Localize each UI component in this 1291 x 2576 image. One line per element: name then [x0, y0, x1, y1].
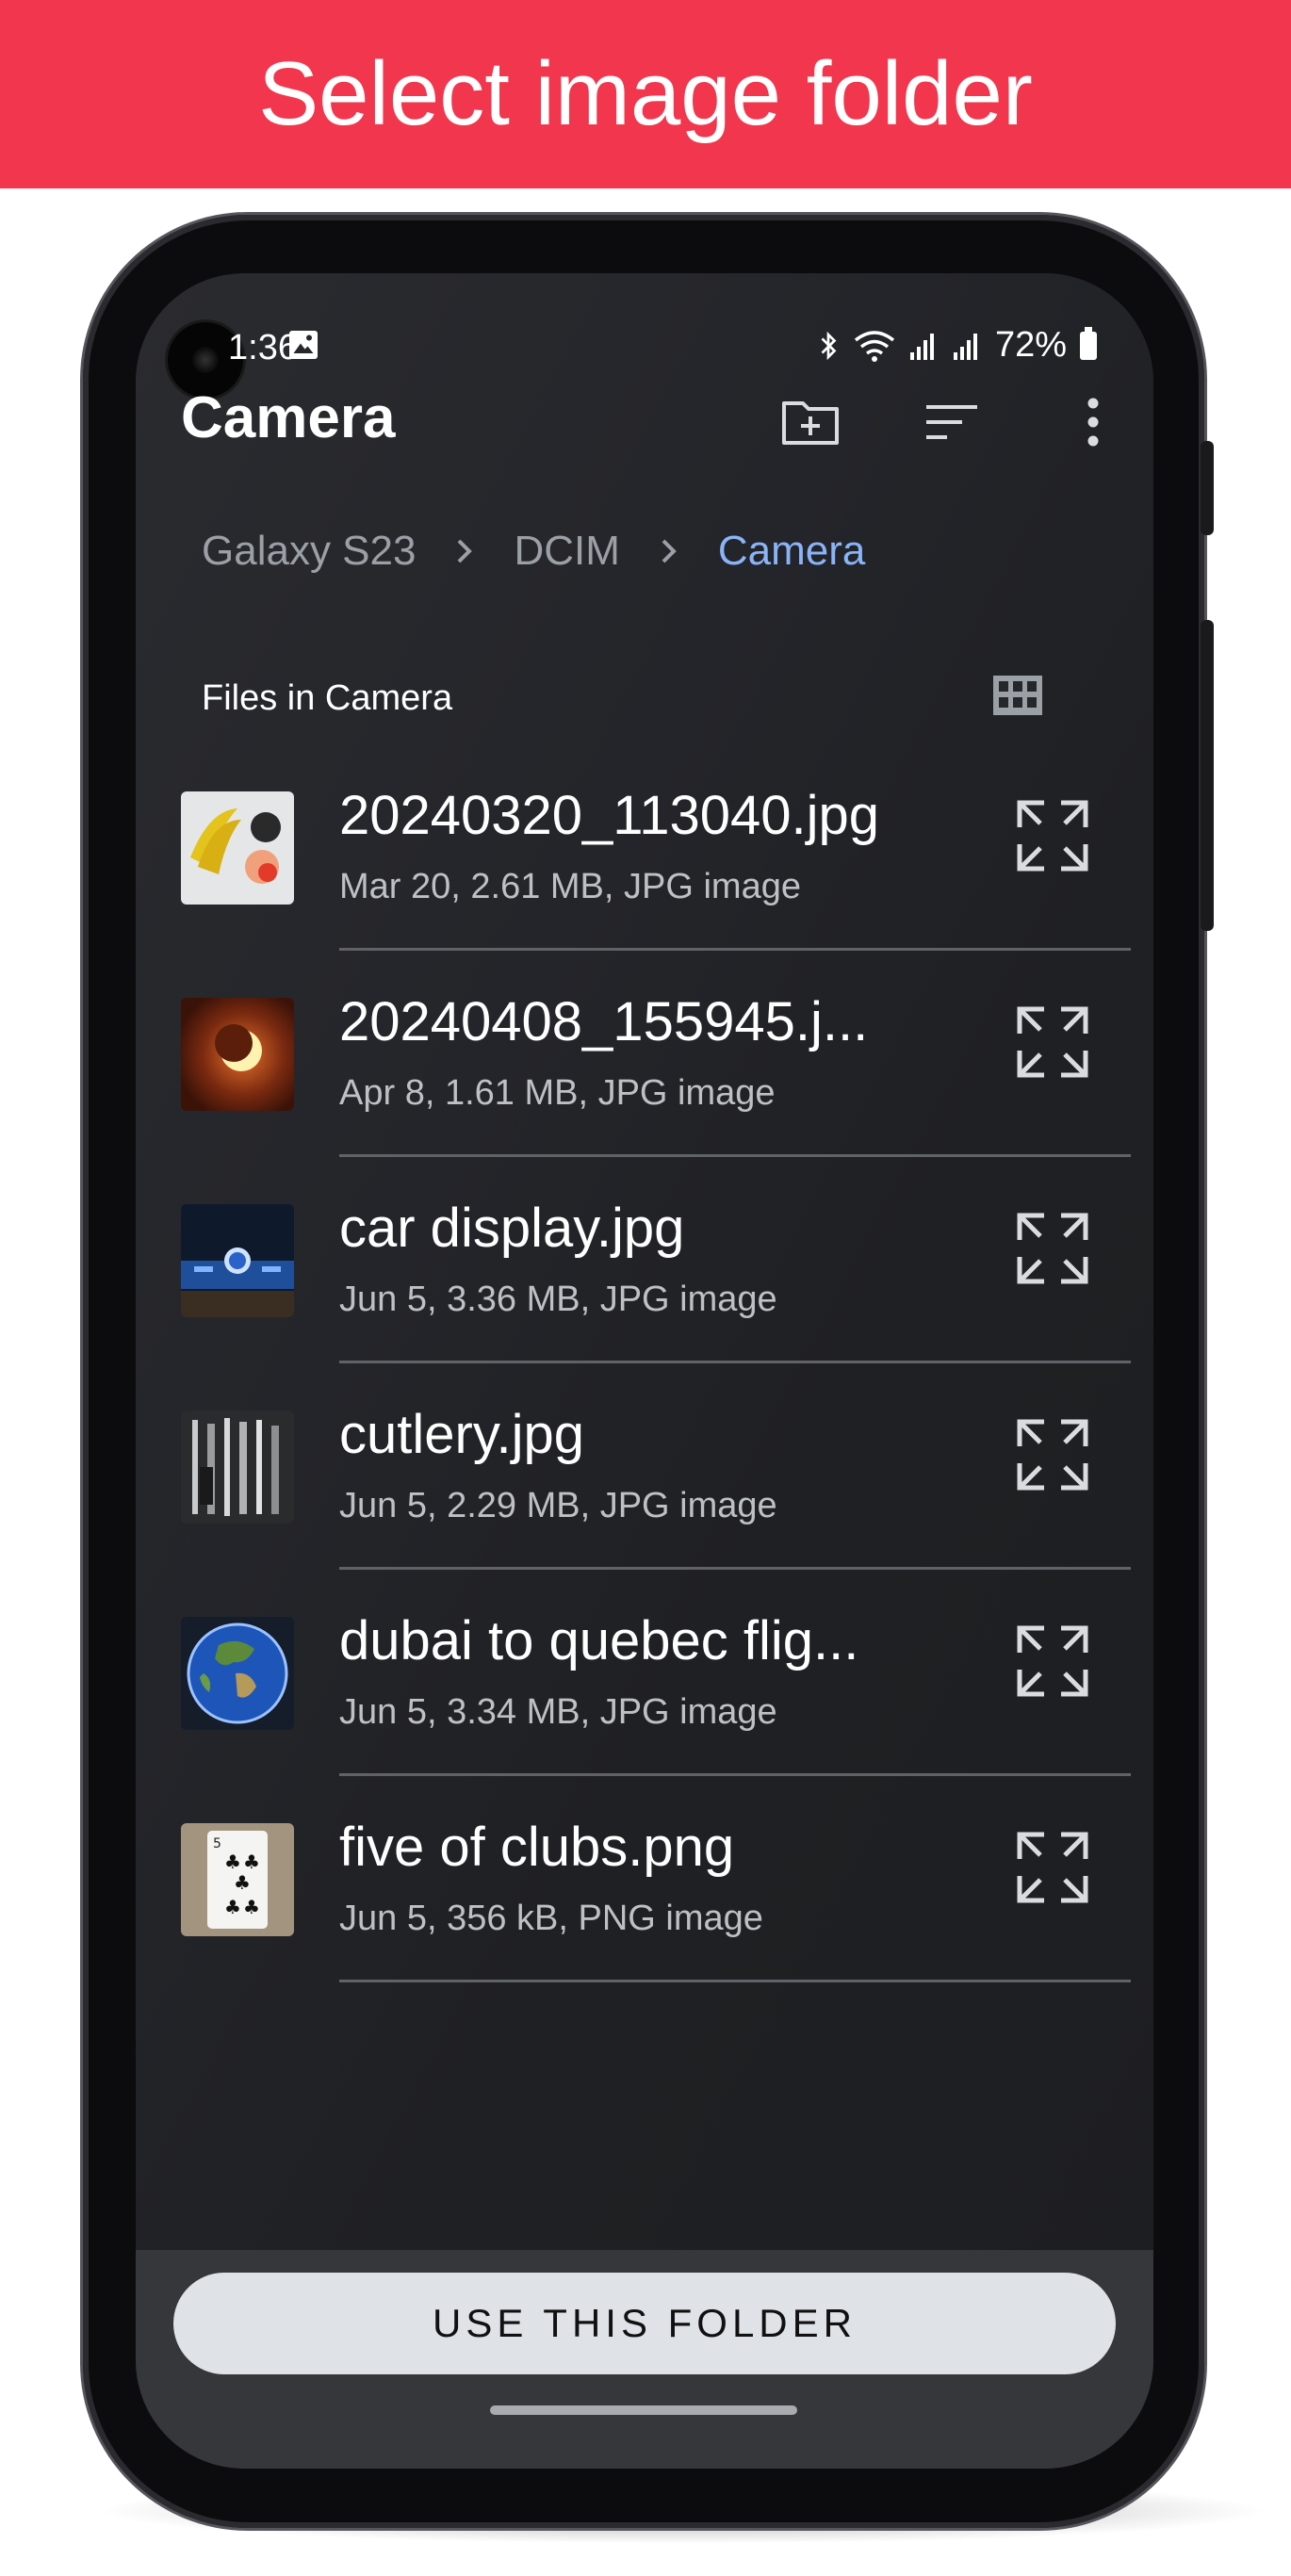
power-button: [1201, 620, 1214, 931]
banner-title: Select image folder: [0, 0, 1291, 188]
list-item[interactable]: 20240320_113040.jpg Mar 20, 2.61 MB, JPG…: [181, 773, 1153, 978]
thumbnail-image: 5 ♣ ♣ ♣ ♣ ♣: [181, 1823, 294, 1936]
new-folder-icon: [782, 401, 839, 445]
expand-preview-icon[interactable]: [1010, 1000, 1095, 1084]
svg-text:♣: ♣: [224, 1850, 241, 1873]
signal-icon-sim2: [953, 333, 977, 360]
file-details: Mar 20, 2.61 MB, JPG image: [339, 867, 801, 906]
file-details: Jun 5, 2.29 MB, JPG image: [339, 1486, 777, 1525]
divider: [339, 1773, 1131, 1776]
expand-preview-icon[interactable]: [1010, 1412, 1095, 1497]
battery-percent: 72%: [994, 325, 1067, 365]
expand-preview-icon[interactable]: [1010, 1206, 1095, 1291]
file-name: 20240320_113040.jpg: [339, 785, 880, 846]
divider: [339, 1154, 1131, 1157]
thumbnail-image: [181, 1410, 294, 1524]
breadcrumb-item-device[interactable]: Galaxy S23: [202, 528, 416, 575]
expand-preview-icon[interactable]: [1010, 1825, 1095, 1910]
breadcrumb: Galaxy S23 DCIM Camera: [202, 528, 865, 575]
section-title: Files in Camera: [202, 678, 453, 718]
signal-icon-sim1: [909, 333, 934, 360]
sort-button[interactable]: [914, 384, 989, 460]
divider: [339, 1567, 1131, 1570]
volume-button: [1201, 441, 1214, 535]
file-details: Jun 5, 3.34 MB, JPG image: [339, 1692, 777, 1732]
thumbnail-image: [181, 1617, 294, 1730]
grid-view-icon[interactable]: [991, 674, 1044, 717]
expand-preview-icon[interactable]: [1010, 1619, 1095, 1704]
more-options-button[interactable]: [1055, 384, 1131, 460]
file-details: Jun 5, 3.36 MB, JPG image: [339, 1280, 777, 1319]
chevron-right-icon: [458, 539, 473, 563]
breadcrumb-item-camera[interactable]: Camera: [718, 528, 866, 575]
status-bar: 1:36 72%: [136, 273, 1153, 398]
phone-screen: 1:36 72% Camera Galaxy S23 DCIM Camera F…: [136, 273, 1153, 2469]
file-name: dubai to quebec flig...: [339, 1610, 859, 1671]
thumbnail-image: [181, 791, 294, 905]
file-name: 20240408_155945.j...: [339, 991, 869, 1052]
file-details: Jun 5, 356 kB, PNG image: [339, 1899, 763, 1938]
page-title: Camera: [181, 385, 396, 450]
file-name: five of clubs.png: [339, 1817, 735, 1878]
svg-text:5: 5: [213, 1836, 221, 1851]
new-folder-button[interactable]: [773, 384, 848, 460]
chevron-right-icon: [662, 539, 677, 563]
gallery-notification-icon: [289, 331, 318, 359]
list-item[interactable]: 5 ♣ ♣ ♣ ♣ ♣ five of clubs.png Jun 5, 356…: [181, 1804, 1153, 2010]
file-name: car display.jpg: [339, 1198, 685, 1259]
home-indicator[interactable]: [490, 2405, 797, 2415]
battery-icon: [1080, 326, 1097, 360]
divider: [339, 1361, 1131, 1363]
list-item[interactable]: dubai to quebec flig... Jun 5, 3.34 MB, …: [181, 1598, 1153, 1803]
svg-text:♣: ♣: [243, 1850, 260, 1873]
list-item[interactable]: car display.jpg Jun 5, 3.36 MB, JPG imag…: [181, 1185, 1153, 1391]
use-this-folder-button[interactable]: USE THIS FOLDER: [173, 2273, 1116, 2374]
svg-text:♣: ♣: [234, 1871, 251, 1894]
svg-text:♣: ♣: [224, 1896, 241, 1918]
thumbnail-image: [181, 1204, 294, 1317]
file-name: cutlery.jpg: [339, 1404, 585, 1465]
divider: [339, 1980, 1131, 1982]
phone-frame: 1:36 72% Camera Galaxy S23 DCIM Camera F…: [83, 215, 1214, 2528]
thumbnail-image: [181, 998, 294, 1111]
breadcrumb-item-dcim[interactable]: DCIM: [514, 528, 619, 575]
file-details: Apr 8, 1.61 MB, JPG image: [339, 1073, 776, 1113]
sort-icon: [926, 405, 977, 439]
more-vert-icon: [1087, 398, 1099, 447]
list-item[interactable]: 20240408_155945.j... Apr 8, 1.61 MB, JPG…: [181, 979, 1153, 1184]
svg-text:♣: ♣: [243, 1896, 260, 1918]
bluetooth-icon: [821, 331, 837, 360]
list-item[interactable]: cutlery.jpg Jun 5, 2.29 MB, JPG image: [181, 1392, 1153, 1597]
expand-preview-icon[interactable]: [1010, 793, 1095, 878]
divider: [339, 948, 1131, 951]
wifi-icon: [854, 330, 895, 362]
